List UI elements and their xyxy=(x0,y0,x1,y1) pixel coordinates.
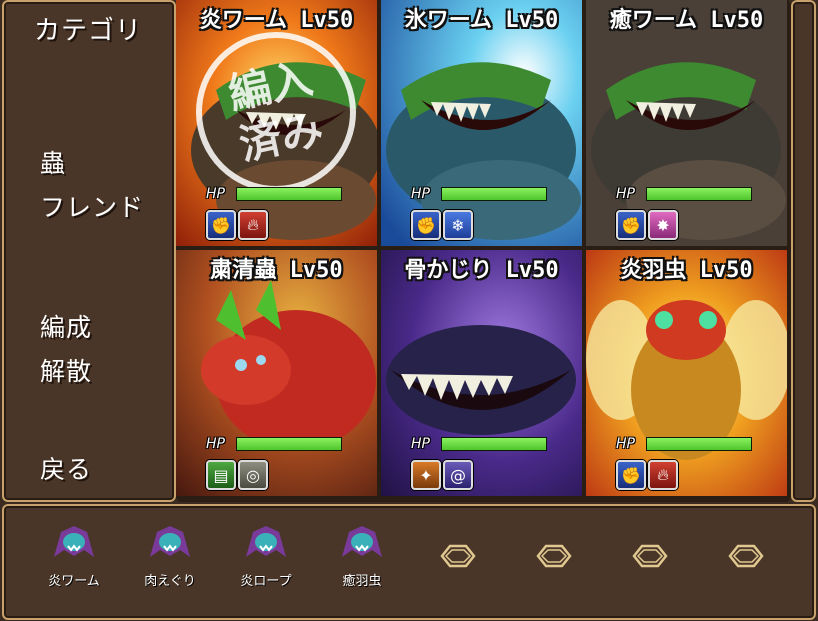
empty-slot-icon[interactable] xyxy=(726,542,766,570)
menu-item-formation[interactable]: 編成 xyxy=(40,308,92,344)
book-icon: ▤ xyxy=(206,460,236,490)
skill-icons: ✊ 🔥︎ xyxy=(616,460,678,490)
party-bar: 炎ワーム 肉えぐり 炎ロープ 癒羽虫 xyxy=(2,504,816,620)
hp-fill xyxy=(647,188,751,200)
target-icon: ◎ xyxy=(238,460,268,490)
hp-label: HP xyxy=(411,436,430,452)
hp-bar xyxy=(441,437,547,451)
fist-icon: ✊ xyxy=(411,210,441,240)
party-member-name: 炎ロープ xyxy=(240,574,292,589)
card-title: 氷ワーム Lv50 xyxy=(404,8,559,33)
flame-icon: 🔥︎ xyxy=(648,460,678,490)
fist-icon: ✊ xyxy=(616,460,646,490)
category-menu: カテゴリ 蟲 フレンド 編成 解散 戻る xyxy=(2,0,176,502)
party-member-name: 肉えぐり xyxy=(144,574,196,589)
menu-category-title: カテゴリ xyxy=(34,16,143,46)
hp-label: HP xyxy=(616,186,635,202)
monster-card[interactable]: 炎ワーム Lv50 編入 済み HP ✊ 🔥︎ xyxy=(176,0,379,248)
card-title: 癒ワーム Lv50 xyxy=(609,8,764,33)
fist-icon: ✊ xyxy=(206,210,236,240)
hp-bar xyxy=(236,187,342,201)
bug-icon xyxy=(54,526,94,557)
scrollbar[interactable] xyxy=(791,0,816,502)
burst-icon: ✦ xyxy=(411,460,441,490)
empty-slot-icon[interactable] xyxy=(630,542,670,570)
bug-icon xyxy=(246,526,286,557)
skill-icons: ✊ ✸ xyxy=(616,210,678,240)
bug-icon xyxy=(342,526,382,557)
party-member-name: 炎ワーム xyxy=(48,574,100,589)
hp-fill xyxy=(237,188,341,200)
party-member[interactable]: 炎ワーム xyxy=(34,522,114,589)
card-title: 炎羽虫 Lv50 xyxy=(620,258,753,283)
hp-label: HP xyxy=(206,186,225,202)
snowflake-icon: ❄ xyxy=(443,210,473,240)
monster-card[interactable]: 癒ワーム Lv50 HP ✊ ✸ xyxy=(586,0,789,248)
hp-label: HP xyxy=(206,436,225,452)
party-member-name: 癒羽虫 xyxy=(342,574,382,589)
swirl-icon: @ xyxy=(443,460,473,490)
monster-card[interactable]: 粛清蟲 Lv50 HP ▤ ◎ xyxy=(176,250,379,498)
skill-icons: ✊ ❄ xyxy=(411,210,473,240)
card-title: 骨かじり Lv50 xyxy=(404,258,559,283)
hp-fill xyxy=(442,188,546,200)
monster-card[interactable]: 氷ワーム Lv50 HP ✊ ❄ xyxy=(381,0,584,248)
card-title: 粛清蟲 Lv50 xyxy=(210,258,343,283)
monster-card[interactable]: 炎羽虫 Lv50 HP ✊ 🔥︎ xyxy=(586,250,789,498)
empty-slot-icon[interactable] xyxy=(534,542,574,570)
hp-fill xyxy=(237,438,341,450)
menu-item-friend[interactable]: フレンド xyxy=(40,188,144,224)
hp-fill xyxy=(442,438,546,450)
empty-slot-icon[interactable] xyxy=(438,542,478,570)
menu-item-disband[interactable]: 解散 xyxy=(40,352,92,388)
party-member[interactable]: 炎ロープ xyxy=(226,522,306,589)
skill-icons: ▤ ◎ xyxy=(206,460,268,490)
hp-bar xyxy=(646,437,752,451)
skill-icons: ✦ @ xyxy=(411,460,473,490)
hp-bar xyxy=(441,187,547,201)
back-button[interactable]: 戻る xyxy=(40,450,92,486)
hp-label: HP xyxy=(411,186,430,202)
menu-item-mushi[interactable]: 蟲 xyxy=(40,144,66,180)
monster-card[interactable]: 骨かじり Lv50 HP ✦ @ xyxy=(381,250,584,498)
party-member[interactable]: 癒羽虫 xyxy=(322,522,402,589)
hp-fill xyxy=(647,438,751,450)
card-title: 炎ワーム Lv50 xyxy=(199,8,354,33)
hp-label: HP xyxy=(616,436,635,452)
skill-icons: ✊ 🔥︎ xyxy=(206,210,268,240)
fist-icon: ✊ xyxy=(616,210,646,240)
party-member[interactable]: 肉えぐり xyxy=(130,522,210,589)
monster-grid: 炎ワーム Lv50 編入済み HP ✊ 🔥︎ 氷ワーム Lv50 HP ✊ ❄ xyxy=(176,0,791,502)
bug-icon xyxy=(150,526,190,557)
hp-bar xyxy=(236,437,342,451)
sparkle-icon: ✸ xyxy=(648,210,678,240)
hp-bar xyxy=(646,187,752,201)
flame-icon: 🔥︎ xyxy=(238,210,268,240)
